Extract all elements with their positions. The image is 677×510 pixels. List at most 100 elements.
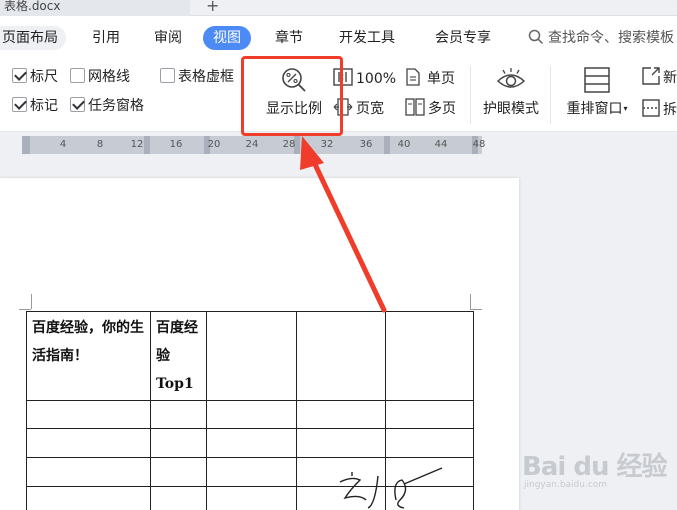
table-cell[interactable] (150, 457, 207, 487)
table-cell[interactable] (206, 486, 297, 510)
table-cell[interactable] (26, 428, 151, 458)
checkbox-checked-icon (12, 97, 27, 112)
zoom-100-label: 100% (356, 71, 397, 87)
page-width-label: 页宽 (356, 101, 384, 117)
zoom-percent-icon (282, 68, 306, 92)
ruler-tick: 12 (130, 139, 144, 150)
ruler-tick: 40 (397, 139, 411, 150)
baidu-watermark: Bai du 经验 jingyan.baidu.com (518, 440, 677, 500)
margin-corner-mark (19, 309, 31, 310)
table-row (26, 428, 474, 458)
watermark-url: jingyan.baidu.com (524, 480, 608, 490)
table-cell[interactable] (150, 486, 207, 510)
markup-label: 标记 (30, 98, 58, 114)
table-cell[interactable] (206, 311, 297, 401)
ribbon-divider (470, 66, 471, 124)
gridlines-label: 网格线 (88, 69, 130, 85)
table-cell[interactable] (26, 486, 151, 510)
tab-sections[interactable]: 章节 (275, 26, 303, 50)
view-ribbon: 标尺 网格线 表格虚框 标记 任务窗格 显示比例 100% 页宽 单页 多页 护… (0, 58, 677, 132)
document-tab[interactable]: 表格.docx (0, 0, 190, 16)
menu-bar: 页面布局 引用 审阅 视图 章节 开发工具 会员专享 查找命令、搜索模板 (0, 18, 677, 58)
ruler-tick: 48 (472, 139, 486, 150)
single-page-icon (406, 68, 420, 86)
horizontal-ruler[interactable]: 4 8 12 16 20 24 28 32 36 40 44 48 (22, 136, 485, 154)
margin-corner-mark (470, 309, 482, 310)
ruler-column-marker (384, 136, 390, 154)
search-icon (528, 29, 544, 45)
table-cell[interactable] (296, 428, 386, 458)
task-pane-checkbox[interactable]: 任务窗格 (70, 96, 144, 116)
rearrange-windows-button[interactable]: 重排窗口▾ (560, 66, 634, 118)
table-cell[interactable] (206, 400, 297, 429)
zoom-100-button[interactable]: 100% (333, 68, 396, 87)
margin-corner-mark (31, 294, 32, 309)
eye-protection-button[interactable]: 护眼模式 (478, 66, 544, 118)
ribbon-divider (550, 66, 551, 124)
table-cell[interactable] (385, 400, 474, 429)
checkbox-unchecked-icon (70, 68, 85, 83)
new-tab-plus-icon[interactable]: + (206, 0, 219, 15)
table-gridlines-label: 表格虚框 (178, 69, 234, 85)
tab-references[interactable]: 引用 (92, 26, 120, 50)
split-window-label: 拆 (663, 102, 677, 118)
table-cell[interactable] (26, 400, 151, 429)
ruler-tick: 36 (359, 139, 373, 150)
ruler-tick: 32 (320, 139, 334, 150)
tab-member[interactable]: 会员专享 (435, 26, 491, 50)
page-width-icon (333, 98, 353, 116)
multi-page-button[interactable]: 多页 (405, 98, 456, 118)
search-placeholder: 查找命令、搜索模板 (548, 30, 674, 46)
table-cell[interactable] (385, 457, 474, 487)
tab-developer[interactable]: 开发工具 (339, 26, 395, 50)
checkbox-unchecked-icon (160, 68, 175, 83)
rearrange-windows-icon (584, 67, 610, 93)
window-tab-strip: 表格.docx + (0, 0, 677, 16)
eye-icon (496, 68, 526, 88)
table-row (26, 400, 474, 429)
ruler-tick: 28 (282, 139, 296, 150)
single-page-label: 单页 (427, 71, 455, 87)
new-window-label: 新 (663, 70, 677, 86)
table-cell[interactable] (296, 400, 386, 429)
page-width-button[interactable]: 页宽 (333, 98, 384, 118)
zoom-button[interactable]: 显示比例 (262, 66, 326, 118)
ruler-tick: 44 (434, 139, 448, 150)
command-search[interactable]: 查找命令、搜索模板 (528, 26, 674, 50)
table-cell[interactable] (296, 486, 386, 510)
table-cell[interactable] (150, 400, 207, 429)
tab-view[interactable]: 视图 (203, 26, 251, 50)
split-window-icon (642, 99, 660, 117)
table-cell[interactable]: 百度经验Top1 (150, 311, 207, 401)
table-row: 百度经验，你的生活指南！ 百度经验Top1 (26, 311, 474, 401)
zoom-label: 显示比例 (266, 101, 322, 117)
table-gridlines-checkbox[interactable]: 表格虚框 (160, 67, 234, 87)
multi-page-icon (405, 98, 425, 116)
new-window-icon (642, 67, 660, 85)
table-cell[interactable] (385, 486, 474, 510)
ruler-left-margin (22, 136, 30, 154)
single-page-button[interactable]: 单页 (405, 68, 455, 88)
tab-review[interactable]: 审阅 (154, 26, 182, 50)
ruler-tick: 16 (169, 139, 183, 150)
table-cell[interactable] (385, 428, 474, 458)
tab-page-layout[interactable]: 页面布局 (0, 26, 66, 50)
table-cell[interactable] (206, 428, 297, 458)
document-table[interactable]: 百度经验，你的生活指南！ 百度经验Top1 (26, 311, 474, 510)
markup-checkbox[interactable]: 标记 (12, 96, 58, 116)
table-row (26, 457, 474, 487)
table-row (26, 486, 474, 510)
table-cell[interactable] (206, 457, 297, 487)
split-window-button[interactable]: 拆 (641, 98, 677, 119)
ruler-checkbox[interactable]: 标尺 (12, 67, 58, 87)
table-cell[interactable]: 百度经验，你的生活指南！ (26, 311, 151, 401)
table-cell[interactable] (150, 428, 207, 458)
ruler-column-marker (144, 136, 150, 154)
new-window-button[interactable]: 新 (641, 66, 677, 87)
task-pane-label: 任务窗格 (88, 98, 144, 114)
table-cell[interactable] (296, 457, 386, 487)
gridlines-checkbox[interactable]: 网格线 (70, 67, 130, 87)
table-cell[interactable] (26, 457, 151, 487)
table-cell[interactable] (385, 311, 474, 401)
table-cell[interactable] (296, 311, 386, 401)
